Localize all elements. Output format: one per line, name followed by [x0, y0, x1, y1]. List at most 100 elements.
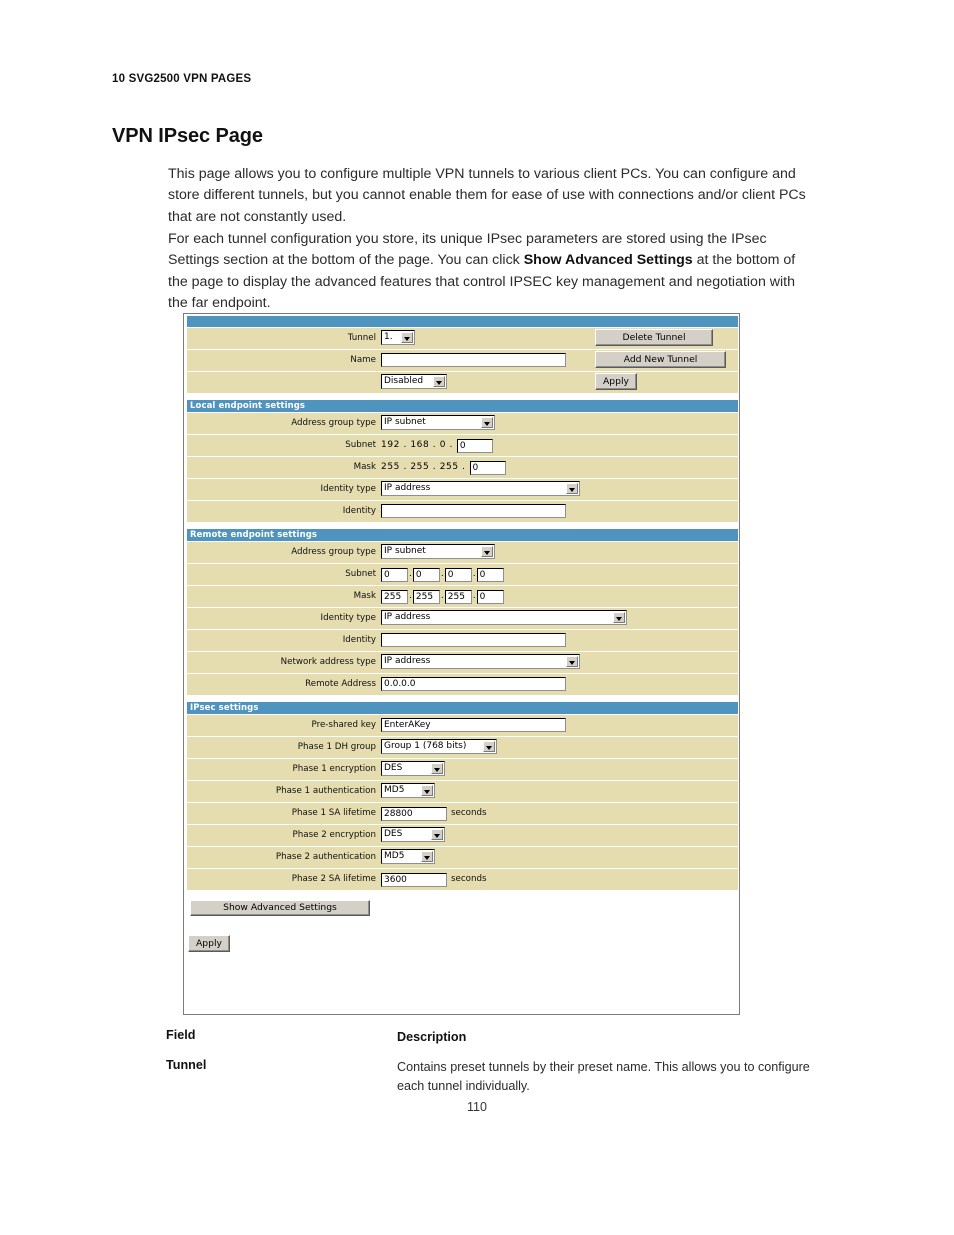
remote-identity-type-value-cell: IP address — [379, 608, 738, 629]
row-phase1-dh-group: Phase 1 DH group Group 1 (768 bits) — [187, 737, 738, 758]
remote-identity-input[interactable] — [381, 632, 566, 647]
phase2-encryption-label: Phase 2 encryption — [187, 825, 379, 846]
pre-shared-key-label: Pre-shared key — [187, 715, 379, 736]
tunnel-select[interactable]: 1. — [381, 330, 415, 345]
phase2-authentication-label: Phase 2 authentication — [187, 847, 379, 868]
chevron-down-icon[interactable] — [481, 417, 493, 428]
field-name: Tunnel — [166, 1058, 207, 1072]
vpn-ipsec-screenshot: Tunnel 1. Delete Tunnel Name Add New Tun… — [183, 313, 740, 1015]
local-mask-last-octet-input[interactable]: 0 — [469, 460, 506, 475]
row-local-identity: Identity — [187, 501, 738, 522]
chevron-down-icon[interactable] — [566, 483, 578, 494]
phase1-dh-group-value-cell: Group 1 (768 bits) — [379, 737, 738, 758]
row-local-subnet: Subnet 192 . 168 . 0 . 0 — [187, 435, 738, 456]
remote-mask-octet-3[interactable]: 255 — [444, 589, 472, 604]
phase2-authentication-value-cell: MD5 — [379, 847, 738, 868]
remote-mask-octet-2[interactable]: 255 — [412, 589, 440, 604]
local-mask-prefix: 255 . 255 . 255 . — [381, 462, 466, 472]
chevron-down-icon[interactable] — [421, 851, 433, 862]
section-gap-3 — [187, 695, 738, 702]
running-head: 10 SVG2500 VPN PAGES — [112, 73, 252, 85]
remote-subnet-octet-4[interactable]: 0 — [476, 567, 504, 582]
intro-paragraph-2: For each tunnel configuration you store,… — [168, 229, 814, 314]
remote-identity-type-value: IP address — [384, 612, 431, 622]
section-gap-1 — [187, 393, 738, 400]
local-address-group-type-label: Address group type — [187, 413, 379, 434]
enable-label — [187, 372, 379, 393]
local-identity-value-cell — [379, 501, 738, 522]
enable-action-cell: Apply — [591, 372, 738, 393]
paragraph-2-bold: Show Advanced Settings — [523, 252, 693, 269]
chevron-down-icon[interactable] — [431, 829, 443, 840]
local-mask-label: Mask — [187, 457, 379, 478]
show-advanced-settings-button[interactable]: Show Advanced Settings — [190, 900, 370, 916]
row-remote-identity-type: Identity type IP address — [187, 608, 738, 629]
row-tunnel: Tunnel 1. Delete Tunnel — [187, 328, 738, 349]
apply-top-button[interactable]: Apply — [595, 373, 637, 390]
phase1-dh-group-select[interactable]: Group 1 (768 bits) — [381, 739, 497, 754]
remote-mask-octet-4[interactable]: 0 — [476, 589, 504, 604]
remote-identity-type-select[interactable]: IP address — [381, 610, 627, 625]
remote-address-input[interactable]: 0.0.0.0 — [381, 676, 566, 691]
remote-address-group-type-value-cell: IP subnet — [379, 542, 738, 563]
remote-mask-octet-1[interactable]: 255 — [381, 589, 408, 604]
local-endpoint-band: Local endpoint settings — [187, 400, 738, 412]
enable-select-value: Disabled — [384, 376, 424, 386]
phase1-encryption-select[interactable]: DES — [381, 761, 445, 776]
phase2-encryption-value-cell: DES — [379, 825, 738, 846]
phase1-sa-lifetime-label: Phase 1 SA lifetime — [187, 803, 379, 824]
phase1-dh-group-label: Phase 1 DH group — [187, 737, 379, 758]
local-subnet-last-octet-input[interactable]: 0 — [456, 438, 493, 453]
remote-endpoint-band: Remote endpoint settings — [187, 529, 738, 541]
phase1-encryption-label: Phase 1 encryption — [187, 759, 379, 780]
network-address-type-select[interactable]: IP address — [381, 654, 580, 669]
chevron-down-icon[interactable] — [401, 332, 413, 343]
enable-select[interactable]: Disabled — [381, 374, 447, 389]
local-identity-input[interactable] — [381, 503, 566, 518]
row-remote-mask: Mask 255. 255. 255. 0 — [187, 586, 738, 607]
row-phase2-authentication: Phase 2 authentication MD5 — [187, 847, 738, 868]
phase2-sa-lifetime-input[interactable]: 3600 — [381, 872, 447, 887]
delete-tunnel-button[interactable]: Delete Tunnel — [595, 329, 713, 346]
phase1-authentication-label: Phase 1 authentication — [187, 781, 379, 802]
remote-address-group-type-label: Address group type — [187, 542, 379, 563]
name-action-cell: Add New Tunnel — [591, 350, 738, 371]
network-address-type-label: Network address type — [187, 652, 379, 673]
local-identity-type-label: Identity type — [187, 479, 379, 500]
chevron-down-icon[interactable] — [613, 612, 625, 623]
phase2-authentication-value: MD5 — [384, 851, 405, 861]
name-input[interactable] — [381, 352, 566, 367]
remote-subnet-octet-2[interactable]: 0 — [412, 567, 440, 582]
ipsec-settings-band: IPsec settings — [187, 702, 738, 714]
phase2-encryption-select[interactable]: DES — [381, 827, 445, 842]
chevron-down-icon[interactable] — [566, 656, 578, 667]
remote-address-group-type-select[interactable]: IP subnet — [381, 544, 495, 559]
network-address-type-value: IP address — [384, 656, 431, 666]
remote-identity-label: Identity — [187, 630, 379, 651]
phase1-encryption-value-cell: DES — [379, 759, 738, 780]
phase1-sa-lifetime-units: seconds — [451, 808, 487, 818]
chevron-down-icon[interactable] — [431, 763, 443, 774]
apply-bottom-button[interactable]: Apply — [188, 935, 230, 952]
enable-value-cell: Disabled — [379, 372, 591, 393]
local-identity-type-select[interactable]: IP address — [381, 481, 580, 496]
chevron-down-icon[interactable] — [481, 546, 493, 557]
intro-paragraph-1: This page allows you to configure multip… — [168, 166, 806, 225]
phase1-sa-lifetime-input[interactable]: 28800 — [381, 806, 447, 821]
phase2-authentication-select[interactable]: MD5 — [381, 849, 435, 864]
network-address-type-value-cell: IP address — [379, 652, 738, 673]
local-address-group-type-select[interactable]: IP subnet — [381, 415, 495, 430]
chevron-down-icon[interactable] — [421, 785, 433, 796]
remote-subnet-octet-1[interactable]: 0 — [381, 567, 408, 582]
phase1-authentication-value-cell: MD5 — [379, 781, 738, 802]
tunnel-label: Tunnel — [187, 328, 379, 349]
row-remote-address-group-type: Address group type IP subnet — [187, 542, 738, 563]
chevron-down-icon[interactable] — [483, 741, 495, 752]
phase1-authentication-select[interactable]: MD5 — [381, 783, 435, 798]
pre-shared-key-input[interactable]: EnterAKey — [381, 717, 566, 732]
remote-subnet-octet-3[interactable]: 0 — [444, 567, 472, 582]
remote-subnet-label: Subnet — [187, 564, 379, 585]
row-local-mask: Mask 255 . 255 . 255 . 0 — [187, 457, 738, 478]
chevron-down-icon[interactable] — [433, 376, 445, 387]
add-new-tunnel-button[interactable]: Add New Tunnel — [595, 351, 726, 368]
